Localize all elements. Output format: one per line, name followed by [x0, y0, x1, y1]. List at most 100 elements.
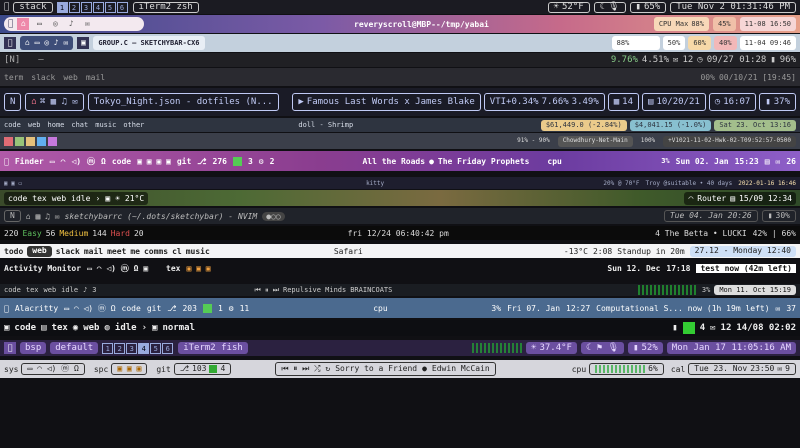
item-meet[interactable]: meet: [107, 247, 126, 256]
item-todo[interactable]: todo: [4, 247, 23, 256]
item-code[interactable]: code: [4, 121, 21, 129]
workspace-5[interactable]: 5: [104, 1, 116, 13]
space-label[interactable]: bsp: [20, 342, 47, 354]
item-tex[interactable]: tex: [52, 323, 68, 333]
bar15-left: Activity Monitor ▭ ◠ ◁) ⓜ Ω ▣ tex ▣ ▣ ▣: [0, 263, 215, 274]
item-slack[interactable]: slack: [31, 73, 55, 82]
cpu-pct: 3%: [491, 303, 502, 313]
item-music[interactable]: music: [95, 121, 116, 129]
apple-icon[interactable]: : [8, 19, 13, 29]
item-other[interactable]: other: [123, 121, 144, 129]
item-comms[interactable]: comms: [144, 247, 168, 256]
ws-3[interactable]: [26, 136, 35, 146]
git-label[interactable]: git: [147, 304, 161, 313]
ws-2[interactable]: [15, 136, 24, 146]
ws-5[interactable]: [48, 136, 57, 146]
workspace-1[interactable]: 1: [56, 1, 68, 13]
moon-icon[interactable]: ☾: [600, 1, 605, 13]
apple-icon[interactable]: : [4, 37, 16, 49]
item-code[interactable]: code: [8, 194, 27, 203]
ws-1[interactable]: [4, 136, 13, 146]
item-web[interactable]: web: [52, 194, 66, 203]
workspace-2[interactable]: 2: [114, 342, 126, 354]
ws-icon-5[interactable]: ✉: [81, 18, 93, 30]
ws-icon-2[interactable]: ▭: [33, 18, 45, 30]
ws-4[interactable]: [37, 136, 46, 146]
workspace-4[interactable]: 4: [138, 342, 150, 354]
right-1: 00%: [700, 72, 715, 82]
cpu-value: 88%: [691, 20, 704, 28]
item-web[interactable]: web: [28, 121, 41, 129]
apple-icon[interactable]: : [4, 304, 9, 313]
count-box: ▦ 14: [607, 93, 640, 111]
bar2-right: CPU Max 88% 45% 11-08 16:50: [650, 17, 800, 31]
song-title: Sorry to a Friend: [335, 364, 418, 373]
item-chat[interactable]: chat: [71, 121, 88, 129]
item-slack[interactable]: slack: [56, 247, 80, 256]
item-code[interactable]: code: [4, 286, 21, 294]
tex-label[interactable]: tex: [166, 264, 180, 273]
item-web[interactable]: web: [27, 245, 52, 257]
date: 15/09 12:34: [739, 193, 792, 203]
play-icon[interactable]: ▶: [298, 96, 303, 108]
item-music[interactable]: music: [186, 247, 210, 256]
item-idle[interactable]: idle: [61, 286, 78, 294]
front-app: Finder: [10, 156, 44, 166]
item-idle[interactable]: idle: [71, 194, 90, 203]
apple-icon[interactable]: : [4, 2, 9, 12]
space-label[interactable]: stack: [13, 1, 53, 13]
center-title: kitty: [366, 179, 385, 187]
item-tex[interactable]: tex: [26, 286, 39, 294]
time: 15:23: [734, 156, 759, 166]
time-label: 11-04 09:46: [739, 36, 796, 50]
time: 16:07: [723, 97, 751, 107]
bar-3:  ⌂ ▭ ◎ ♪ ✉ ▣ GROUP.C — SKETCHYBAR-CX6 8…: [0, 34, 800, 52]
workspace-5[interactable]: 5: [150, 342, 162, 354]
item-me[interactable]: me: [130, 247, 140, 256]
item-code[interactable]: code: [14, 323, 36, 333]
item-web[interactable]: web: [63, 73, 77, 82]
ws-icon-4[interactable]: ♪: [65, 18, 77, 30]
battery: ▮ 30%: [761, 210, 796, 222]
workspace-1[interactable]: 1: [102, 342, 114, 354]
item-web[interactable]: web: [44, 286, 57, 294]
item-term[interactable]: term: [4, 73, 23, 82]
item-home[interactable]: home: [48, 121, 65, 129]
item-tex[interactable]: tex: [32, 194, 46, 203]
workspace-3[interactable]: 3: [126, 342, 138, 354]
mic-icon[interactable]: 🎙: [608, 1, 619, 13]
layout-label[interactable]: default: [50, 342, 99, 354]
timestamp: +V1021-11-02-Hwk-02-T09:52:57-0500: [663, 135, 796, 147]
bar18-right: ▮ 4 ✉ 12 14/08 02:02: [668, 322, 800, 334]
apple-icon[interactable]: : [4, 157, 9, 166]
status-icons: ▭ ◠ ◁) ⓜ Ω: [59, 303, 115, 313]
ws-icon-3[interactable]: ◎: [49, 18, 61, 30]
code-label[interactable]: code: [112, 157, 131, 166]
item-idle[interactable]: idle: [115, 323, 137, 333]
workspace-4[interactable]: 4: [92, 1, 104, 13]
workspace-6[interactable]: 6: [116, 1, 128, 13]
ws-icon-1[interactable]: ⌂: [17, 18, 30, 30]
item-mail[interactable]: mail: [86, 73, 105, 82]
bar20-left: sys ▭ ◠ ◁) ⓜ Ω spc ▣ ▣ ▣ git ⎇ 103 4: [0, 363, 235, 375]
git-label[interactable]: git: [177, 157, 191, 166]
item-web[interactable]: web: [83, 323, 99, 333]
workspace-6[interactable]: 6: [162, 342, 174, 354]
bar4-left: [N] —: [0, 55, 48, 65]
media-controls[interactable]: ⏮ ⏸ ⏭: [254, 286, 279, 295]
bar5-left: term slack web mail: [0, 73, 109, 82]
workspace-3[interactable]: 3: [80, 1, 92, 13]
sun-icon: ☀: [531, 343, 537, 353]
media-controls[interactable]: ⏮ ⏸ ⏭ ⤮ ↻: [281, 363, 330, 375]
item-cl[interactable]: cl: [172, 247, 182, 256]
git-count-2: 3: [248, 157, 253, 166]
window-icon: ▣: [105, 193, 111, 203]
workspace-2[interactable]: 2: [68, 1, 80, 13]
code-label[interactable]: code: [122, 304, 141, 313]
item-mail[interactable]: mail: [84, 247, 103, 256]
git-count-2: 4: [220, 364, 226, 373]
now-playing: 4 The Betta • LUCKI: [655, 228, 747, 238]
calendar-icon: ▤: [730, 193, 736, 203]
apple-icon[interactable]: : [4, 342, 16, 354]
stat-2: 3.49%: [571, 97, 599, 107]
